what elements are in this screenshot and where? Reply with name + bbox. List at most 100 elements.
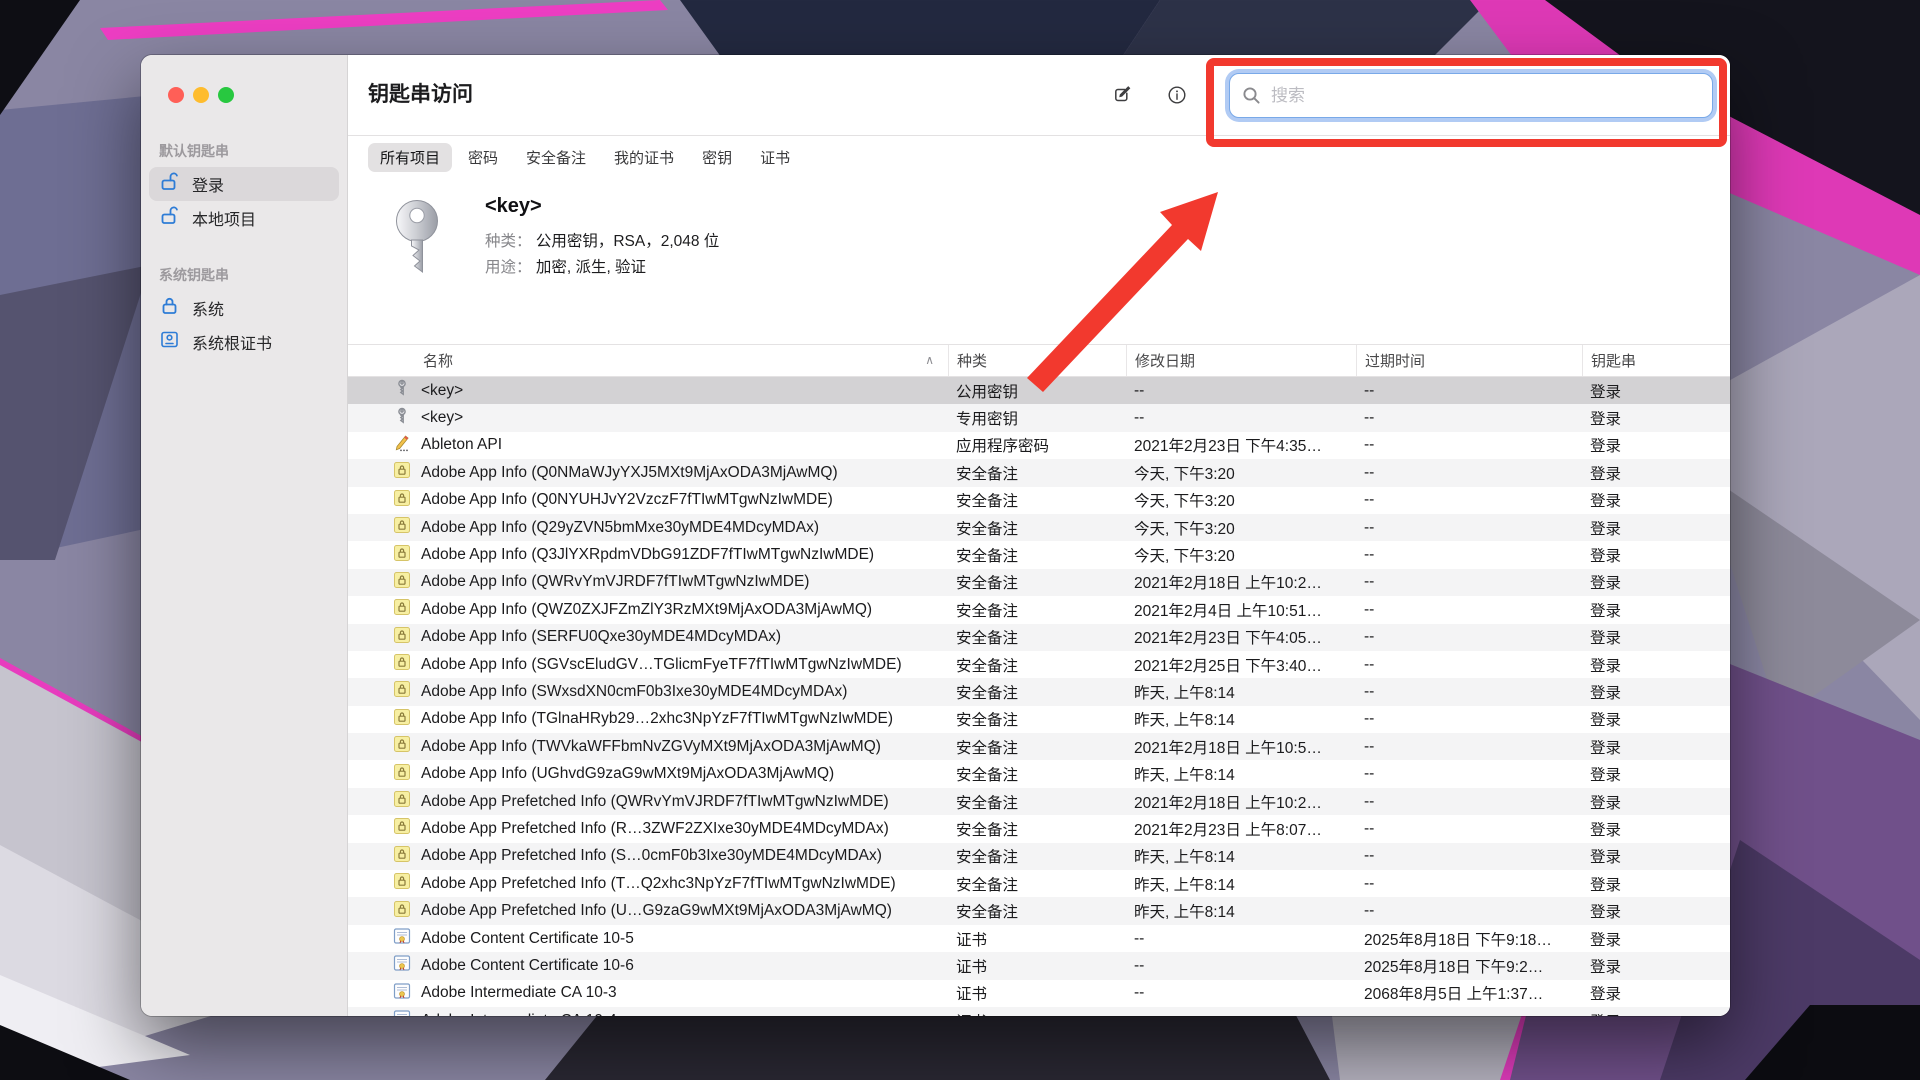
row-name-text: Adobe App Info (SGVscEludGV…TGlicmFyeTF7…: [421, 656, 902, 674]
table-row[interactable]: <key>专用密钥----登录: [348, 404, 1730, 431]
row-name-text: Adobe App Info (Q0NYUHJvY2VzczF7fTIwMTgw…: [421, 491, 833, 509]
table-row[interactable]: Adobe App Info (Q3JlYXRpdmVDbG91ZDF7fTIw…: [348, 541, 1730, 568]
row-expires-cell: --: [1356, 820, 1582, 838]
certbox-icon: [159, 329, 180, 355]
row-expires-cell: --: [1356, 847, 1582, 865]
new-item-button[interactable]: [1106, 79, 1140, 111]
sidebar-item-local-items[interactable]: 本地项目: [149, 201, 339, 235]
note-icon: [393, 571, 411, 594]
table-row[interactable]: Adobe App Prefetched Info (T…Q2xhc3NpYzF…: [348, 870, 1730, 897]
search-input[interactable]: [1269, 85, 1700, 107]
note-icon: [393, 790, 411, 813]
compose-icon: [1112, 82, 1134, 108]
note-icon: [393, 626, 411, 649]
table-row[interactable]: Adobe App Info (QWZ0ZXJFZmZlY3RzMXt9MjAx…: [348, 596, 1730, 623]
tab-4[interactable]: 密钥: [690, 143, 744, 172]
minimize-button[interactable]: [193, 87, 209, 103]
table-row[interactable]: Adobe App Prefetched Info (S…0cmF0b3Ixe3…: [348, 843, 1730, 870]
column-header-expires[interactable]: 过期时间: [1356, 345, 1582, 376]
table-row[interactable]: Adobe App Prefetched Info (U…G9zaG9wMXt9…: [348, 897, 1730, 924]
info-button[interactable]: [1160, 79, 1194, 111]
table-row[interactable]: Adobe App Info (QWRvYmVJRDF7fTIwMTgwNzIw…: [348, 569, 1730, 596]
row-modified-cell: 2021年2月25日 下午3:40…: [1126, 654, 1356, 676]
unlock-icon: [159, 171, 180, 197]
table-row[interactable]: Adobe Content Certificate 10-6证书--2025年8…: [348, 952, 1730, 979]
table-row[interactable]: Adobe App Info (Q29yZVN5bmMxe30yMDE4MDcy…: [348, 514, 1730, 541]
row-keychain-cell: 登录: [1582, 571, 1730, 593]
row-name-cell: Adobe App Prefetched Info (T…Q2xhc3NpYzF…: [348, 872, 948, 895]
row-name-text: Adobe App Info (Q3JlYXRpdmVDbG91ZDF7fTIw…: [421, 546, 874, 564]
column-header-modified[interactable]: 修改日期: [1126, 345, 1356, 376]
row-modified-cell: 2021年2月4日 上午10:51…: [1126, 599, 1356, 621]
header-divider: [348, 135, 1730, 136]
row-kind-cell: 证书: [948, 928, 1126, 950]
table-row[interactable]: Adobe App Info (SERFU0Qxe30yMDE4MDcyMDAx…: [348, 624, 1730, 651]
row-keychain-cell: 登录: [1582, 736, 1730, 758]
table-row[interactable]: Adobe App Info (TGlnaHRyb29…2xhc3NpYzF7f…: [348, 706, 1730, 733]
row-modified-cell: 2021年2月18日 上午10:2…: [1126, 791, 1356, 813]
table-row[interactable]: Adobe App Info (Q0NMaWJyYXJ5MXt9MjAxODA3…: [348, 459, 1730, 486]
table-row[interactable]: Adobe App Prefetched Info (R…3ZWF2ZXIxe3…: [348, 815, 1730, 842]
row-expires-cell: --: [1356, 409, 1582, 427]
row-name-text: Adobe App Prefetched Info (T…Q2xhc3NpYzF…: [421, 875, 896, 893]
row-name-text: <key>: [421, 382, 463, 400]
table-row[interactable]: Adobe Content Certificate 10-5证书--2025年8…: [348, 925, 1730, 952]
note-icon: [393, 598, 411, 621]
zoom-button[interactable]: [218, 87, 234, 103]
table-row[interactable]: Adobe App Info (UGhvdG9zaG9wMXt9MjAxODA3…: [348, 760, 1730, 787]
table-row[interactable]: <key>公用密钥----登录: [348, 377, 1730, 404]
row-expires-cell: --: [1356, 546, 1582, 564]
row-expires-cell: --: [1356, 464, 1582, 482]
tab-2[interactable]: 安全备注: [514, 143, 598, 172]
table-row[interactable]: Adobe App Info (TWVkaWFFbmNvZGVyMXt9MjAx…: [348, 733, 1730, 760]
row-name-cell: Adobe App Info (UGhvdG9zaG9wMXt9MjAxODA3…: [348, 763, 948, 786]
pencil-icon: [393, 434, 411, 457]
row-modified-cell: 昨天, 上午8:14: [1126, 845, 1356, 867]
row-kind-cell: 安全备注: [948, 900, 1126, 922]
tab-all-items[interactable]: 所有项目: [368, 143, 452, 172]
table-row[interactable]: Ableton API应用程序密码2021年2月23日 下午4:35…--登录: [348, 432, 1730, 459]
row-modified-cell: 昨天, 上午8:14: [1126, 681, 1356, 703]
table-row[interactable]: Adobe App Info (SWxsdXN0cmF0b3Ixe30yMDE4…: [348, 678, 1730, 705]
row-kind-cell: 安全备注: [948, 736, 1126, 758]
column-header-name[interactable]: 名称 ∧: [348, 345, 948, 376]
unlock-icon: [159, 205, 180, 231]
sidebar-item-label: 登录: [192, 172, 224, 196]
table-row[interactable]: Adobe Intermediate CA 10-3证书--2068年8月5日 …: [348, 980, 1730, 1007]
sidebar-item-system[interactable]: 系统: [149, 291, 339, 325]
sidebar-section: 系统钥匙串系统系统根证书: [149, 265, 339, 359]
row-modified-cell: 2021年2月23日 下午4:35…: [1126, 434, 1356, 456]
tab-1[interactable]: 密码: [456, 143, 510, 172]
column-header-keychain[interactable]: 钥匙串: [1582, 345, 1730, 376]
tab-5[interactable]: 证书: [748, 143, 802, 172]
row-name-cell: Adobe App Prefetched Info (QWRvYmVJRDF7f…: [348, 790, 948, 813]
sidebar-section-gap: [149, 235, 339, 261]
sort-ascending-icon: ∧: [925, 353, 934, 367]
tab-3[interactable]: 我的证书: [602, 143, 686, 172]
note-icon: [393, 680, 411, 703]
search-field[interactable]: [1229, 73, 1713, 118]
sidebar-item-system-roots[interactable]: 系统根证书: [149, 325, 339, 359]
note-icon: [393, 817, 411, 840]
row-name-cell: Adobe App Info (SERFU0Qxe30yMDE4MDcyMDAx…: [348, 626, 948, 649]
row-kind-cell: 安全备注: [948, 489, 1126, 511]
row-keychain-cell: 登录: [1582, 818, 1730, 840]
row-keychain-cell: 登录: [1582, 517, 1730, 539]
table-row[interactable]: Adobe Intermediate CA 10-4证书--登录: [348, 1007, 1730, 1016]
table-header: 名称 ∧ 种类 修改日期 过期时间 钥匙串: [348, 344, 1730, 377]
table-row[interactable]: Adobe App Prefetched Info (QWRvYmVJRDF7f…: [348, 788, 1730, 815]
sidebar-item-login[interactable]: 登录: [149, 167, 339, 201]
row-name-text: Adobe Content Certificate 10-6: [421, 957, 634, 975]
table-row[interactable]: Adobe App Info (SGVscEludGV…TGlicmFyeTF7…: [348, 651, 1730, 678]
row-kind-cell: 安全备注: [948, 599, 1126, 621]
row-name-text: Adobe App Info (Q0NMaWJyYXJ5MXt9MjAxODA3…: [421, 464, 838, 482]
row-name-cell: Adobe App Info (TWVkaWFFbmNvZGVyMXt9MjAx…: [348, 735, 948, 758]
row-expires-cell: --: [1356, 656, 1582, 674]
column-header-kind[interactable]: 种类: [948, 345, 1126, 376]
row-expires-cell: --: [1356, 519, 1582, 537]
table-row[interactable]: Adobe App Info (Q0NYUHJvY2VzczF7fTIwMTgw…: [348, 487, 1730, 514]
row-keychain-cell: 登录: [1582, 873, 1730, 895]
row-expires-cell: --: [1356, 738, 1582, 756]
close-button[interactable]: [168, 87, 184, 103]
row-modified-cell: 昨天, 上午8:14: [1126, 708, 1356, 730]
